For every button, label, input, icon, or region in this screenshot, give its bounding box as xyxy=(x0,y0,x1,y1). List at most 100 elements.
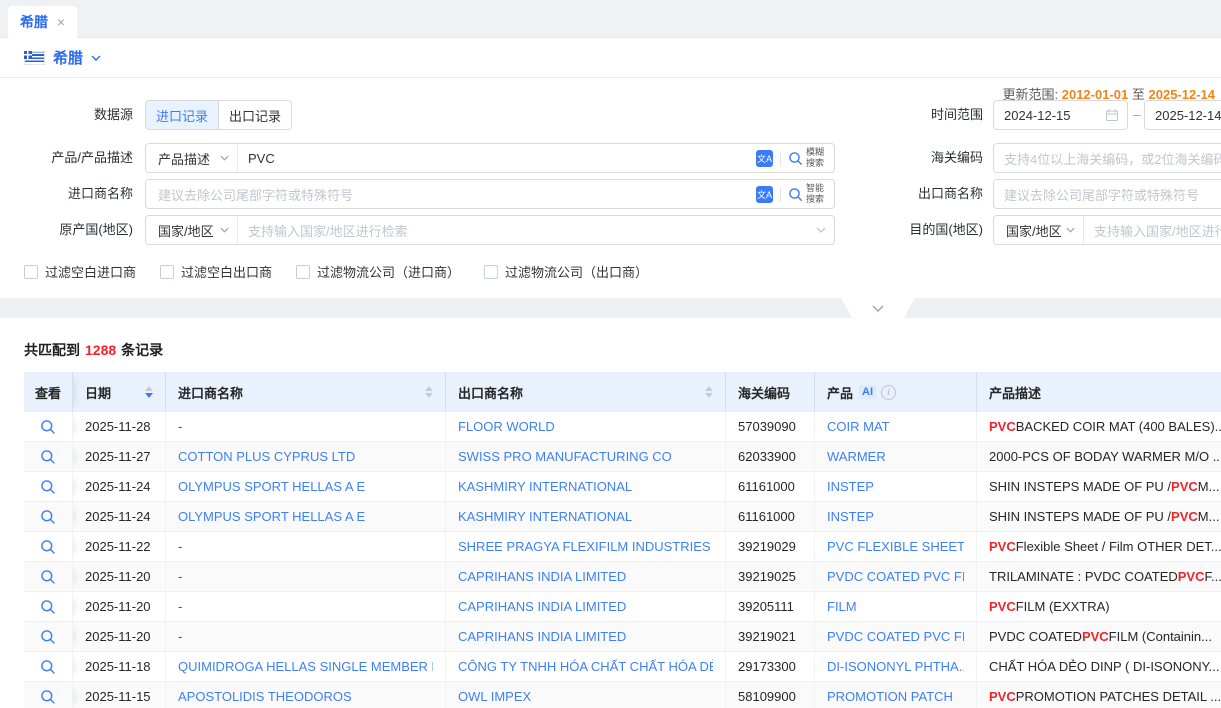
sort-control-exporter[interactable] xyxy=(705,386,713,398)
importer-link[interactable]: OLYMPUS SPORT HELLAS A E xyxy=(178,509,365,524)
exporter-link[interactable]: SHREE PRAGYA FLEXIFILM INDUSTRIES xyxy=(458,539,711,554)
filter-label: 过滤空白出口商 xyxy=(181,262,272,281)
origin-country-select[interactable]: 国家/地区 xyxy=(146,216,238,244)
view-detail-icon[interactable] xyxy=(40,569,56,585)
column-exporter[interactable]: 出口商名称 xyxy=(446,372,726,412)
exporter-link[interactable]: CAPRIHANS INDIA LIMITED xyxy=(458,599,626,614)
exporter-link[interactable]: KASHMIRY INTERNATIONAL xyxy=(458,479,632,494)
product-search-group: 产品描述 PVC 文A 模糊搜索 xyxy=(145,143,835,173)
exporter-label: 出口商名称 xyxy=(860,179,983,209)
tab-greece[interactable]: 希腊 × xyxy=(8,6,77,38)
exporter-input[interactable]: 建议去除公司尾部字符或特殊符号 xyxy=(993,179,1221,209)
section-divider xyxy=(0,298,1221,318)
chevron-down-icon xyxy=(1066,227,1075,233)
calendar-icon xyxy=(1105,108,1119,122)
app-window: 希腊 × 希腊 更新范围: 2012-01-01 至 2025-12-14 数据… xyxy=(0,0,1221,708)
description-text: 2000-PCS OF BODAY WARMER M/O ... xyxy=(989,449,1221,464)
view-detail-icon[interactable] xyxy=(40,449,56,465)
import-records-tab[interactable]: 进口记录 xyxy=(146,101,218,129)
fuzzy-search-button[interactable]: 模糊搜索 xyxy=(788,147,826,169)
date-cell: 2025-11-27 xyxy=(73,442,166,471)
view-detail-icon[interactable] xyxy=(40,509,56,525)
view-cell xyxy=(24,532,73,561)
info-icon[interactable]: i xyxy=(881,385,896,400)
description-cell: CHẤT HÓA DẺO DINP ( DI-ISONONY... xyxy=(977,652,1221,681)
filter-blank-exporter-checkbox[interactable]: 过滤空白出口商 xyxy=(160,262,272,281)
export-records-tab[interactable]: 出口记录 xyxy=(218,101,291,129)
view-detail-icon[interactable] xyxy=(40,539,56,555)
importer-input[interactable]: 建议去除公司尾部字符或特殊符号 xyxy=(146,185,756,204)
close-icon[interactable]: × xyxy=(57,14,65,30)
exporter-placeholder: 建议去除公司尾部字符或特殊符号 xyxy=(994,185,1221,204)
description-text: FILM (EXXTRA) xyxy=(1016,599,1110,614)
filter-logistics-exporter-checkbox[interactable]: 过滤物流公司（出口商） xyxy=(484,262,648,281)
page-title: 希腊 xyxy=(53,47,83,68)
keyword-highlight: PVC xyxy=(1082,629,1109,644)
view-detail-icon[interactable] xyxy=(40,599,56,615)
table-header: 查看 日期 进口商名称 出口商名称 海关编码 产品 AI i 产品描述 xyxy=(24,372,1221,412)
importer-link[interactable]: COTTON PLUS CYPRUS LTD xyxy=(178,449,355,464)
column-description: 产品描述 xyxy=(977,372,1221,412)
view-cell xyxy=(24,412,73,441)
chevron-down-icon xyxy=(872,305,884,312)
description-text: M... xyxy=(1198,509,1220,524)
product-link[interactable]: PVDC COATED PVC FIL... xyxy=(827,569,964,584)
table-row: 2025-11-27 COTTON PLUS CYPRUS LTD SWISS … xyxy=(24,442,1221,472)
view-detail-icon[interactable] xyxy=(40,479,56,495)
importer-link[interactable]: OLYMPUS SPORT HELLAS A E xyxy=(178,479,365,494)
date-from-input[interactable]: 2024-12-15 xyxy=(993,100,1128,130)
product-link[interactable]: INSTEP xyxy=(827,479,874,494)
importer-link[interactable]: QUIMIDROGA HELLAS SINGLE MEMBER PC xyxy=(178,659,433,674)
origin-country-group: 国家/地区 支持输入国家/地区进行检索 xyxy=(145,215,835,245)
exporter-link[interactable]: CÔNG TY TNHH HÓA CHẤT CHẤT HÓA DẺ... xyxy=(458,659,713,674)
product-link[interactable]: INSTEP xyxy=(827,509,874,524)
translate-icon[interactable]: 文A xyxy=(756,186,773,203)
table-row: 2025-11-15 APOSTOLIDIS THEODOROS OWL IMP… xyxy=(24,682,1221,708)
exporter-link[interactable]: CAPRIHANS INDIA LIMITED xyxy=(458,569,626,584)
product-link[interactable]: DI-ISONONYL PHTHA... xyxy=(827,659,964,674)
keyword-highlight: PVC xyxy=(989,539,1016,554)
keyword-highlight: PVC xyxy=(1178,569,1205,584)
translate-icon[interactable]: 文A xyxy=(756,150,773,167)
exporter-link[interactable]: OWL IMPEX xyxy=(458,689,531,704)
exporter-link[interactable]: KASHMIRY INTERNATIONAL xyxy=(458,509,632,524)
exporter-link[interactable]: FLOOR WORLD xyxy=(458,419,555,434)
view-detail-icon[interactable] xyxy=(40,689,56,705)
filter-checkboxes: 过滤空白进口商 过滤空白出口商 过滤物流公司（进口商） 过滤物流公司（出口商） xyxy=(24,262,648,281)
importer-link[interactable]: APOSTOLIDIS THEODOROS xyxy=(178,689,352,704)
keyword-highlight: PVC xyxy=(1171,479,1198,494)
destination-country-input[interactable]: 支持输入国家/地区进行检索 xyxy=(1084,221,1221,240)
view-detail-icon[interactable] xyxy=(40,659,56,675)
date-cell: 2025-11-20 xyxy=(73,622,166,651)
product-link[interactable]: PVC FLEXIBLE SHEET F... xyxy=(827,539,964,554)
product-link[interactable]: WARMER xyxy=(827,449,886,464)
column-importer[interactable]: 进口商名称 xyxy=(166,372,446,412)
date-to-input[interactable]: 2025-12-14 xyxy=(1144,100,1221,130)
product-field-select[interactable]: 产品描述 xyxy=(146,144,238,172)
chevron-down-icon xyxy=(220,155,229,161)
product-link[interactable]: FILM xyxy=(827,599,857,614)
product-link[interactable]: COIR MAT xyxy=(827,419,890,434)
view-cell xyxy=(24,682,73,708)
view-detail-icon[interactable] xyxy=(40,419,56,435)
chevron-down-icon[interactable] xyxy=(91,55,101,61)
sort-control-importer[interactable] xyxy=(425,386,433,398)
sort-control-date[interactable] xyxy=(145,386,153,398)
origin-country-input[interactable]: 支持输入国家/地区进行检索 xyxy=(238,221,816,240)
destination-country-select[interactable]: 国家/地区 xyxy=(994,216,1084,244)
exporter-link[interactable]: CAPRIHANS INDIA LIMITED xyxy=(458,629,626,644)
filter-blank-importer-checkbox[interactable]: 过滤空白进口商 xyxy=(24,262,136,281)
view-detail-icon[interactable] xyxy=(40,629,56,645)
filter-logistics-importer-checkbox[interactable]: 过滤物流公司（进口商） xyxy=(296,262,460,281)
column-date[interactable]: 日期 xyxy=(73,372,166,412)
product-link[interactable]: PVDC COATED PVC FIL... xyxy=(827,629,964,644)
exporter-link[interactable]: SWISS PRO MANUFACTURING CO xyxy=(458,449,672,464)
collapse-panel-button[interactable] xyxy=(841,298,915,318)
description-text: Flexible Sheet / Film OTHER DET... xyxy=(1016,539,1221,554)
smart-search-button[interactable]: 智能搜索 xyxy=(788,183,826,205)
product-search-input[interactable]: PVC xyxy=(238,151,756,166)
hs-code-input[interactable]: 支持4位以上海关编码，或2位海关编码加 xyxy=(993,143,1221,173)
product-link[interactable]: PROMOTION PATCH xyxy=(827,689,953,704)
summary-prefix: 共匹配到 xyxy=(24,342,80,358)
description-text: BACKED COIR MAT (400 BALES)... xyxy=(1016,419,1221,434)
